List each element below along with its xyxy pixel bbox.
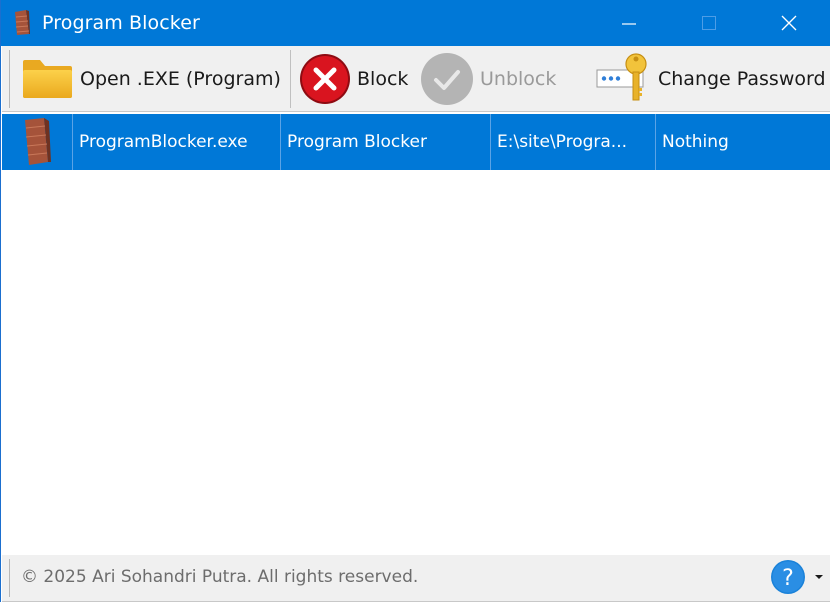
change-password-button[interactable]: Change Password: [596, 48, 826, 110]
help-icon[interactable]: ?: [770, 559, 806, 595]
check-circle-icon: [421, 53, 473, 105]
open-exe-label: Open .EXE (Program): [80, 68, 281, 90]
statusbar-grip[interactable]: [9, 559, 10, 597]
toolbar-grip[interactable]: [9, 50, 10, 108]
minimize-icon: [622, 23, 636, 25]
maximize-button[interactable]: [681, 0, 737, 46]
program-list[interactable]: ProgramBlocker.exe Program Blocker E:\si…: [2, 112, 830, 555]
file-name-cell: ProgramBlocker.exe: [73, 114, 281, 170]
table-row[interactable]: ProgramBlocker.exe Program Blocker E:\si…: [2, 114, 830, 170]
program-name-cell: Program Blocker: [281, 114, 491, 170]
status-bar: © 2025 Ari Sohandri Putra. All rights re…: [2, 555, 830, 602]
title-bar[interactable]: Program Blocker: [1, 0, 830, 46]
toolbar: Open .EXE (Program) Block Unblock Change…: [2, 46, 830, 112]
block-label: Block: [357, 68, 409, 90]
window-title: Program Blocker: [42, 12, 200, 34]
block-button[interactable]: Block: [298, 48, 408, 110]
toolbar-separator: [290, 50, 291, 108]
unblock-button[interactable]: Unblock: [420, 48, 556, 110]
path-cell: E:\site\Progra...: [491, 114, 656, 170]
status-cell: Nothing: [662, 132, 729, 152]
block-x-icon: [300, 54, 350, 104]
minimize-button[interactable]: [601, 0, 657, 46]
close-button[interactable]: [761, 0, 817, 46]
row-icon-cell: [2, 114, 73, 170]
dropdown-arrow-icon[interactable]: [812, 571, 826, 583]
folder-icon: [23, 60, 72, 98]
svg-text:?: ?: [782, 566, 794, 591]
close-icon: [781, 15, 797, 31]
copyright-text: © 2025 Ari Sohandri Putra. All rights re…: [21, 567, 419, 587]
change-password-label: Change Password: [658, 68, 826, 90]
maximize-icon: [702, 16, 716, 30]
password-key-icon: [596, 53, 647, 101]
app-window: Program Blocker Open .EXE (Program) Bloc…: [0, 0, 830, 602]
brick-wall-icon: [15, 10, 30, 35]
brick-wall-icon: [25, 118, 51, 165]
unblock-label: Unblock: [480, 68, 557, 90]
open-exe-button[interactable]: Open .EXE (Program): [22, 48, 281, 110]
